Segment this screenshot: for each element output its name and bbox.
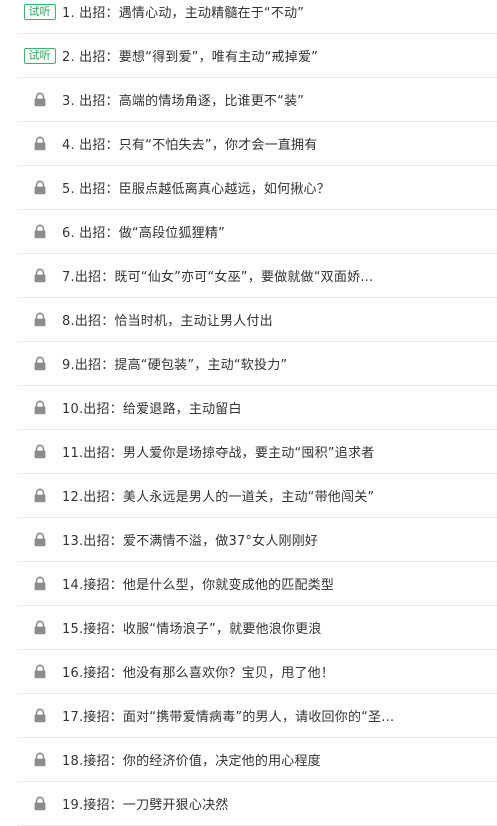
lesson-status bbox=[17, 576, 62, 591]
lesson-row-9[interactable]: 9.出招：提高“硬包装”，主动“软投力” bbox=[17, 342, 497, 386]
lesson-row-7[interactable]: 7.出招：既可“仙女”亦可“女巫”，要做就做“双面娇... bbox=[17, 254, 497, 298]
lesson-title[interactable]: 10.出招：给爱退路，主动留白 bbox=[62, 398, 242, 417]
lesson-title[interactable]: 11.出招：男人爱你是场掠夺战，要主动“囤积”追求者 bbox=[62, 442, 374, 461]
lock-icon bbox=[33, 136, 47, 151]
lock-icon bbox=[33, 444, 47, 459]
lesson-title[interactable]: 13.出招：爱不满情不溢，做37°女人刚刚好 bbox=[62, 530, 318, 549]
lock-icon bbox=[33, 180, 47, 195]
lock-icon bbox=[33, 664, 47, 679]
lesson-status bbox=[17, 444, 62, 459]
lesson-title[interactable]: 2. 出招：要想“得到爱”，唯有主动“戒掉爱” bbox=[62, 46, 318, 65]
lesson-status bbox=[17, 400, 62, 415]
lesson-title[interactable]: 5. 出招：臣服点越低离真心越远，如何揪心？ bbox=[62, 178, 330, 197]
lesson-title[interactable]: 17.接招：面对“携带爱情病毒”的男人，请收回你的“圣... bbox=[62, 706, 394, 725]
lock-icon bbox=[33, 356, 47, 371]
lesson-status bbox=[17, 136, 62, 151]
trial-badge[interactable]: 试听 bbox=[23, 47, 56, 64]
lesson-row-15[interactable]: 15.接招：收服“情场浪子”，就要他浪你更浪 bbox=[17, 606, 497, 650]
lesson-row-4[interactable]: 4. 出招：只有“不怕失去”，你才会一直拥有 bbox=[17, 122, 497, 166]
lesson-row-13[interactable]: 13.出招：爱不满情不溢，做37°女人刚刚好 bbox=[17, 518, 497, 562]
lesson-row-11[interactable]: 11.出招：男人爱你是场掠夺战，要主动“囤积”追求者 bbox=[17, 430, 497, 474]
lesson-row-3[interactable]: 3. 出招：高端的情场角逐，比谁更不“装” bbox=[17, 78, 497, 122]
lesson-status bbox=[17, 180, 62, 195]
lock-icon bbox=[33, 796, 47, 811]
lock-icon bbox=[33, 532, 47, 547]
lesson-status bbox=[17, 224, 62, 239]
lesson-list: 试听 1. 出招：遇情心动，主动精髓在于“不动” 试听 2. 出招：要想“得到爱… bbox=[17, 0, 497, 826]
lesson-title[interactable]: 7.出招：既可“仙女”亦可“女巫”，要做就做“双面娇... bbox=[62, 266, 373, 285]
lock-icon bbox=[33, 268, 47, 283]
lesson-title[interactable]: 15.接招：收服“情场浪子”，就要他浪你更浪 bbox=[62, 618, 322, 637]
lesson-status bbox=[17, 92, 62, 107]
lock-icon bbox=[33, 488, 47, 503]
lesson-status bbox=[17, 532, 62, 547]
lock-icon bbox=[33, 224, 47, 239]
lesson-status: 试听 bbox=[17, 47, 62, 64]
lock-icon bbox=[33, 312, 47, 327]
lesson-title[interactable]: 6. 出招：做“高段位狐狸精” bbox=[62, 222, 225, 241]
lesson-row-2[interactable]: 试听 2. 出招：要想“得到爱”，唯有主动“戒掉爱” bbox=[17, 34, 497, 78]
lesson-status bbox=[17, 488, 62, 503]
lesson-row-1[interactable]: 试听 1. 出招：遇情心动，主动精髓在于“不动” bbox=[17, 0, 497, 34]
lesson-row-19[interactable]: 19.接招：一刀劈开狠心决然 bbox=[17, 782, 497, 826]
lock-icon bbox=[33, 752, 47, 767]
lesson-row-14[interactable]: 14.接招：他是什么型，你就变成他的匹配类型 bbox=[17, 562, 497, 606]
lesson-status: 试听 bbox=[17, 3, 62, 20]
lesson-row-8[interactable]: 8.出招：恰当时机，主动让男人付出 bbox=[17, 298, 497, 342]
lesson-status bbox=[17, 664, 62, 679]
lesson-title[interactable]: 8.出招：恰当时机，主动让男人付出 bbox=[62, 310, 273, 329]
lesson-title[interactable]: 16.接招：他没有那么喜欢你？宝贝，甩了他！ bbox=[62, 662, 334, 681]
lesson-title[interactable]: 14.接招：他是什么型，你就变成他的匹配类型 bbox=[62, 574, 334, 593]
lesson-status bbox=[17, 752, 62, 767]
lesson-status bbox=[17, 796, 62, 811]
lesson-title[interactable]: 12.出招：美人永远是男人的一道关，主动“带他闯关” bbox=[62, 486, 374, 505]
lesson-title[interactable]: 1. 出招：遇情心动，主动精髓在于“不动” bbox=[62, 2, 304, 21]
trial-badge[interactable]: 试听 bbox=[23, 3, 56, 20]
lesson-row-18[interactable]: 18.接招：你的经济价值，决定他的用心程度 bbox=[17, 738, 497, 782]
lesson-title[interactable]: 18.接招：你的经济价值，决定他的用心程度 bbox=[62, 750, 321, 769]
lock-icon bbox=[33, 620, 47, 635]
lesson-status bbox=[17, 620, 62, 635]
lesson-row-5[interactable]: 5. 出招：臣服点越低离真心越远，如何揪心？ bbox=[17, 166, 497, 210]
lesson-status bbox=[17, 708, 62, 723]
lesson-title[interactable]: 3. 出招：高端的情场角逐，比谁更不“装” bbox=[62, 90, 304, 109]
lesson-row-17[interactable]: 17.接招：面对“携带爱情病毒”的男人，请收回你的“圣... bbox=[17, 694, 497, 738]
lesson-status bbox=[17, 356, 62, 371]
lesson-title[interactable]: 4. 出招：只有“不怕失去”，你才会一直拥有 bbox=[62, 134, 317, 153]
lock-icon bbox=[33, 576, 47, 591]
lock-icon bbox=[33, 400, 47, 415]
lesson-status bbox=[17, 268, 62, 283]
lock-icon bbox=[33, 708, 47, 723]
lesson-row-12[interactable]: 12.出招：美人永远是男人的一道关，主动“带他闯关” bbox=[17, 474, 497, 518]
lesson-row-6[interactable]: 6. 出招：做“高段位狐狸精” bbox=[17, 210, 497, 254]
lesson-title[interactable]: 9.出招：提高“硬包装”，主动“软投力” bbox=[62, 354, 287, 373]
lesson-row-10[interactable]: 10.出招：给爱退路，主动留白 bbox=[17, 386, 497, 430]
lesson-title[interactable]: 19.接招：一刀劈开狠心决然 bbox=[62, 794, 228, 813]
lesson-status bbox=[17, 312, 62, 327]
lesson-row-16[interactable]: 16.接招：他没有那么喜欢你？宝贝，甩了他！ bbox=[17, 650, 497, 694]
lock-icon bbox=[33, 92, 47, 107]
